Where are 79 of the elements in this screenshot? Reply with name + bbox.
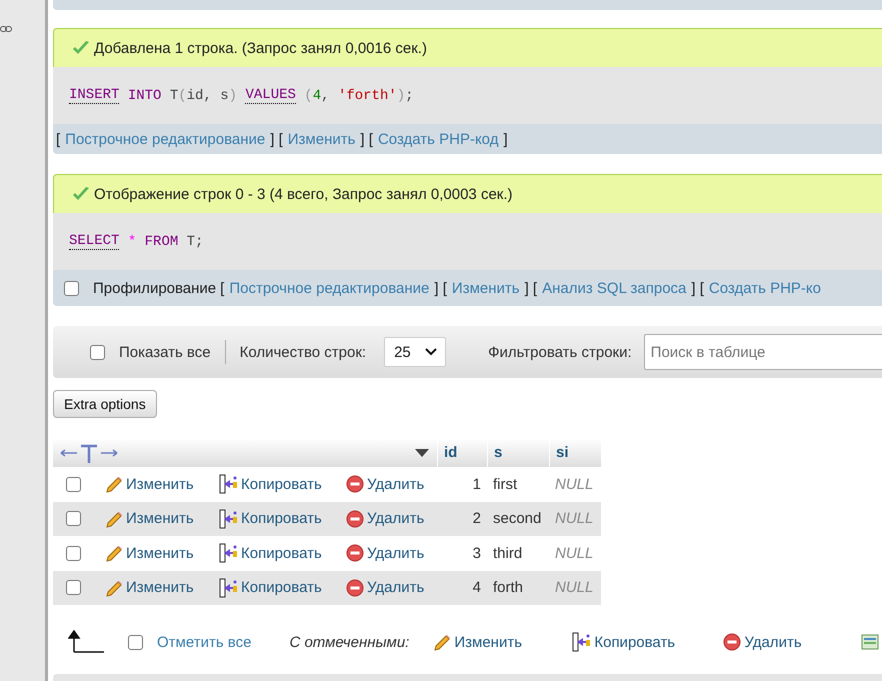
check-mark-icon xyxy=(72,40,90,56)
delete-icon xyxy=(346,475,364,494)
show-all-checkbox[interactable] xyxy=(90,344,105,360)
bulk-copy-button[interactable]: Копировать xyxy=(571,632,724,652)
row-checkbox[interactable] xyxy=(66,580,81,596)
message-text: Добавлена 1 строка. (Запрос занял 0,0016 сек.) xyxy=(94,40,427,56)
rows-select[interactable]: 25 xyxy=(384,337,446,367)
delete-link[interactable]: Удалить xyxy=(346,578,436,597)
bulk-edit-button[interactable]: Изменить xyxy=(433,633,572,651)
pencil-icon xyxy=(105,578,123,597)
bracket-text: ] [ xyxy=(524,280,538,296)
table-cell-text: 4 xyxy=(472,579,482,596)
bracket-text: [ xyxy=(220,280,224,296)
null-cell-text: NULL xyxy=(554,476,594,493)
check-all-checkbox[interactable] xyxy=(128,634,143,650)
link-icon xyxy=(0,25,12,33)
copy-link[interactable]: Копировать xyxy=(218,578,346,598)
table-cell-text: first xyxy=(492,476,518,493)
message-text: Отображение строк 0 - 3 (4 всего, Запрос занял 0,0003 сек.) xyxy=(94,186,513,202)
null-cell-text: NULL xyxy=(554,510,594,528)
pencil-icon xyxy=(105,475,123,494)
copy-row-icon xyxy=(218,543,238,564)
row-checkbox[interactable] xyxy=(66,511,81,526)
sort-arrow-icon[interactable] xyxy=(415,448,429,456)
pencil-icon xyxy=(433,633,452,651)
row-checkbox[interactable] xyxy=(66,546,81,561)
copy-link[interactable]: Копировать xyxy=(218,508,346,529)
profiling-checkbox[interactable] xyxy=(64,280,79,296)
delete-icon xyxy=(723,633,742,651)
pencil-icon xyxy=(105,544,123,562)
bracket-text: ] [ xyxy=(360,130,373,148)
bracket-text: ] [ xyxy=(691,280,704,296)
delete-link[interactable]: Удалить xyxy=(346,510,436,528)
row-checkbox[interactable] xyxy=(66,476,81,492)
copy-row-icon xyxy=(571,632,592,652)
copy-row-icon xyxy=(218,508,238,529)
copy-link[interactable]: Копировать xyxy=(218,474,346,494)
pencil-icon xyxy=(105,510,123,528)
bulk-export-button[interactable] xyxy=(861,634,882,650)
table-cell-text: 1 xyxy=(472,476,482,493)
edit-link[interactable]: Изменить xyxy=(105,475,218,494)
search-field[interactable]: Поиск в таблице xyxy=(644,334,882,370)
bracket-text: ] xyxy=(503,130,508,148)
delete-icon xyxy=(346,578,364,597)
select-arrow-icon xyxy=(68,630,104,654)
copy-row-icon xyxy=(218,474,238,494)
column-resize-icon[interactable] xyxy=(59,442,119,462)
delete-icon xyxy=(346,544,364,562)
table-cell-text: third xyxy=(492,544,524,562)
bracket-text: ] [ xyxy=(434,280,447,296)
sql-query: SELECT * FROM T; xyxy=(53,213,882,270)
check-mark-icon xyxy=(72,186,90,202)
extra-options-button[interactable]: Extra options xyxy=(53,390,157,418)
with-selected-label: С отмеченными: xyxy=(289,634,410,650)
table-cell-text: 2 xyxy=(472,510,482,528)
delete-link[interactable]: Удалить xyxy=(346,544,436,562)
bracket-text: ] [ xyxy=(270,130,283,148)
rows-label: Количество строк: xyxy=(240,344,366,360)
edit-link[interactable]: Изменить xyxy=(105,510,218,528)
null-cell-text: NULL xyxy=(554,544,594,562)
bracket-text: [ xyxy=(56,130,60,148)
filter-label: Фильтровать строки: xyxy=(488,344,632,360)
table-cell-text: second xyxy=(492,510,542,528)
table-cell-text: forth xyxy=(492,579,524,596)
profiling-label: Профилирование xyxy=(93,280,216,296)
show-all-label: Показать все xyxy=(119,344,211,360)
chevron-down-icon xyxy=(425,348,438,356)
copy-row-icon xyxy=(218,578,238,598)
table-cell-text: 3 xyxy=(472,544,482,562)
copy-link[interactable]: Копировать xyxy=(218,543,346,564)
edit-link[interactable]: Изменить xyxy=(105,578,218,597)
bulk-delete-button[interactable]: Удалить xyxy=(723,633,862,651)
sql-query: INSERT INTO T(id, s) VALUES (4, 'forth'); xyxy=(53,67,882,124)
check-all-link[interactable]: Отметить все xyxy=(157,634,252,650)
delete-icon xyxy=(346,510,364,528)
edit-link[interactable]: Изменить xyxy=(105,544,218,562)
null-cell-text: NULL xyxy=(554,579,594,596)
export-icon xyxy=(861,634,880,650)
delete-link[interactable]: Удалить xyxy=(346,475,436,494)
